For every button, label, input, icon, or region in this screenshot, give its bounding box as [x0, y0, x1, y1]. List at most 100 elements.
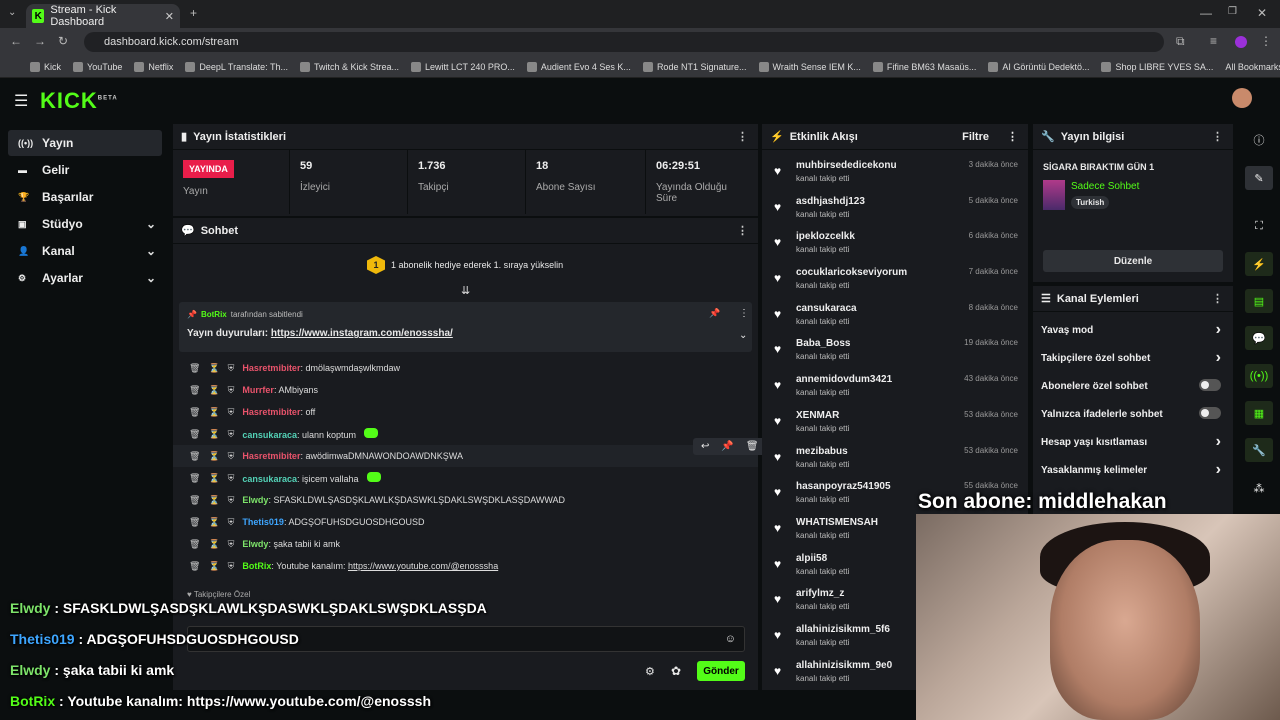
timeout-icon[interactable]: ⏳: [208, 561, 219, 572]
bookmark-item[interactable]: Lewitt LCT 240 PRO...: [411, 61, 515, 72]
document-rail-icon[interactable]: ▤: [1245, 289, 1273, 313]
profile-icon[interactable]: [1235, 36, 1247, 48]
reload-icon[interactable]: ↻: [58, 34, 68, 48]
channel-action-item[interactable]: Abonelere özel sohbet: [1033, 372, 1233, 400]
bookmark-item[interactable]: Twitch & Kick Strea...: [299, 61, 399, 72]
trash-icon[interactable]: 🗑: [189, 451, 200, 462]
channel-action-item[interactable]: Yavaş mod ›: [1033, 316, 1233, 344]
sidebar-item-yayın[interactable]: ((•)) Yayın: [8, 130, 162, 156]
pinned-by-user[interactable]: BotRix: [201, 310, 227, 319]
channel-action-item[interactable]: Takipçilere özel sohbet ›: [1033, 344, 1233, 372]
event-username[interactable]: hasanpoyraz541905: [796, 481, 891, 492]
chat-username[interactable]: Hasretmibiter: [242, 363, 300, 373]
back-icon[interactable]: ←: [10, 34, 22, 48]
sidebar-item-ayarlar[interactable]: ⚙ Ayarlar ⌄: [8, 265, 162, 291]
shield-icon[interactable]: ⛨: [228, 407, 235, 418]
category-name[interactable]: Sadece Sohbet: [1071, 181, 1139, 192]
all-bookmarks[interactable]: All Bookmarks: [1225, 62, 1280, 72]
unpin-icon[interactable]: 📌: [709, 308, 720, 319]
share-rail-icon[interactable]: ⁂: [1245, 476, 1273, 500]
event-username[interactable]: cocuklaricokseviyorum: [796, 267, 907, 278]
trash-icon[interactable]: 🗑: [189, 363, 200, 374]
sidebar-item-kanal[interactable]: 👤 Kanal ⌄: [8, 238, 162, 264]
chat-message[interactable]: 🗑 ⏳ ⛨ cansukaraca: işicem vallaha: [173, 467, 758, 489]
screen-icon[interactable]: ⛶: [1245, 214, 1273, 238]
bookmark-item[interactable]: Netflix: [134, 61, 173, 72]
chat-username[interactable]: cansukaraca: [242, 430, 297, 440]
stats-more-icon[interactable]: ⋮: [737, 130, 748, 143]
delete-icon[interactable]: 🗑: [746, 441, 759, 452]
restore-icon[interactable]: ❐: [1228, 6, 1237, 17]
menu-icon[interactable]: ⋮: [1260, 34, 1272, 48]
expand-chevron-icon[interactable]: ⌄: [739, 330, 747, 341]
shield-icon[interactable]: ⛨: [228, 561, 235, 572]
bookmark-item[interactable]: Shop LIBRE YVES SA...: [1101, 61, 1213, 72]
timeout-icon[interactable]: ⏳: [208, 473, 219, 484]
event-username[interactable]: ipeklozcelkk: [796, 231, 855, 242]
trash-icon[interactable]: 🗑: [189, 517, 200, 528]
tab-close-icon[interactable]: ✕: [165, 10, 174, 23]
bookmark-item[interactable]: Rode NT1 Signature...: [642, 61, 747, 72]
pinned-more-icon[interactable]: ⋮: [739, 308, 749, 319]
event-username[interactable]: Baba_Boss: [796, 338, 850, 349]
timeout-icon[interactable]: ⏳: [208, 429, 219, 440]
toggle-switch[interactable]: [1199, 406, 1221, 419]
event-username[interactable]: WHATISMENSAH: [796, 517, 878, 528]
chat-message[interactable]: 🗑 ⏳ ⛨ Hasretmibiter: off: [173, 401, 758, 423]
chat-message[interactable]: 🗑 ⏳ ⛨ Elwdy: SFASKLDWLŞASDŞKLAWLKŞDASWKLŞDA…: [173, 489, 758, 511]
filter-button[interactable]: Filtre: [962, 131, 989, 143]
stream-info-more-icon[interactable]: ⋮: [1212, 130, 1223, 143]
channel-action-item[interactable]: Yalnızca ifadelerle sohbet: [1033, 400, 1233, 428]
info-icon[interactable]: ⓘ: [1245, 128, 1273, 152]
broadcast-rail-icon[interactable]: ((•)): [1245, 364, 1273, 388]
chat-rail-icon[interactable]: 💬: [1245, 326, 1273, 350]
shield-icon[interactable]: ⛨: [228, 495, 235, 506]
edit-button[interactable]: Düzenle: [1043, 250, 1223, 272]
toggle-switch[interactable]: [1199, 378, 1221, 391]
minimize-icon[interactable]: —: [1200, 6, 1212, 20]
chat-message[interactable]: 🗑 ⏳ ⛨ Hasretmibiter: dmölaşwmdaşwlkmdaw: [173, 357, 758, 379]
reply-icon[interactable]: ↩: [701, 441, 709, 452]
wrench-rail-icon[interactable]: 🔧: [1245, 438, 1273, 462]
bookmark-item[interactable]: YouTube: [73, 61, 122, 72]
event-username[interactable]: muhbirsededicekonu: [796, 160, 897, 171]
trash-icon[interactable]: 🗑: [189, 561, 200, 572]
bookmark-item[interactable]: Fifine BM63 Masaüs...: [872, 61, 976, 72]
event-more-icon[interactable]: ⋮: [1007, 130, 1018, 143]
timeout-icon[interactable]: ⏳: [208, 539, 219, 550]
trash-icon[interactable]: 🗑: [189, 407, 200, 418]
edit-pencil-icon[interactable]: ✎: [1245, 166, 1273, 190]
pin-message-icon[interactable]: 📌: [721, 441, 733, 452]
chat-username[interactable]: Hasretmibiter: [242, 407, 300, 417]
timeout-icon[interactable]: ⏳: [208, 495, 219, 506]
timeout-icon[interactable]: ⏳: [208, 407, 219, 418]
extensions-icon[interactable]: ⧉: [1176, 34, 1185, 49]
chat-settings-icon[interactable]: ⚙: [645, 665, 655, 678]
trash-icon[interactable]: 🗑: [189, 495, 200, 506]
chat-username[interactable]: Thetis019: [242, 517, 284, 527]
channel-action-item[interactable]: Yasaklanmış kelimeler ›: [1033, 456, 1233, 484]
browser-tab[interactable]: K Stream - Kick Dashboard ✕: [26, 4, 180, 28]
window-close-icon[interactable]: ✕: [1257, 6, 1267, 20]
shield-icon[interactable]: ⛨: [228, 473, 235, 484]
shield-icon[interactable]: ⛨: [228, 539, 235, 550]
event-username[interactable]: mezibabus: [796, 446, 848, 457]
shield-icon[interactable]: ⛨: [228, 451, 235, 462]
chat-more-icon[interactable]: ⋮: [737, 224, 748, 237]
chat-username[interactable]: Elwdy: [242, 539, 268, 549]
chat-username[interactable]: cansukaraca: [242, 474, 297, 484]
bookmark-item[interactable]: DeepL Translate: Th...: [185, 61, 288, 72]
event-username[interactable]: allahinizisikmm_5f6: [796, 624, 890, 635]
timeout-icon[interactable]: ⏳: [208, 363, 219, 374]
chat-message[interactable]: 🗑 ⏳ ⛨ cansukaraca: ulann koptum: [173, 423, 758, 445]
forward-icon[interactable]: →: [34, 34, 46, 48]
event-username[interactable]: cansukaraca: [796, 303, 857, 314]
chat-link[interactable]: https://www.youtube.com/@enosssha: [348, 561, 498, 571]
pinned-link[interactable]: https://www.instagram.com/enosssha/: [271, 328, 453, 339]
channel-action-item[interactable]: Hesap yaşı kısıtlaması ›: [1033, 428, 1233, 456]
tab-search-icon[interactable]: ⌄: [8, 7, 16, 18]
channel-actions-more-icon[interactable]: ⋮: [1212, 292, 1223, 305]
chat-username[interactable]: BotRix: [242, 561, 271, 571]
timeout-icon[interactable]: ⏳: [208, 385, 219, 396]
chat-message[interactable]: 🗑 ⏳ ⛨ Elwdy: şaka tabii ki amk: [173, 533, 758, 555]
